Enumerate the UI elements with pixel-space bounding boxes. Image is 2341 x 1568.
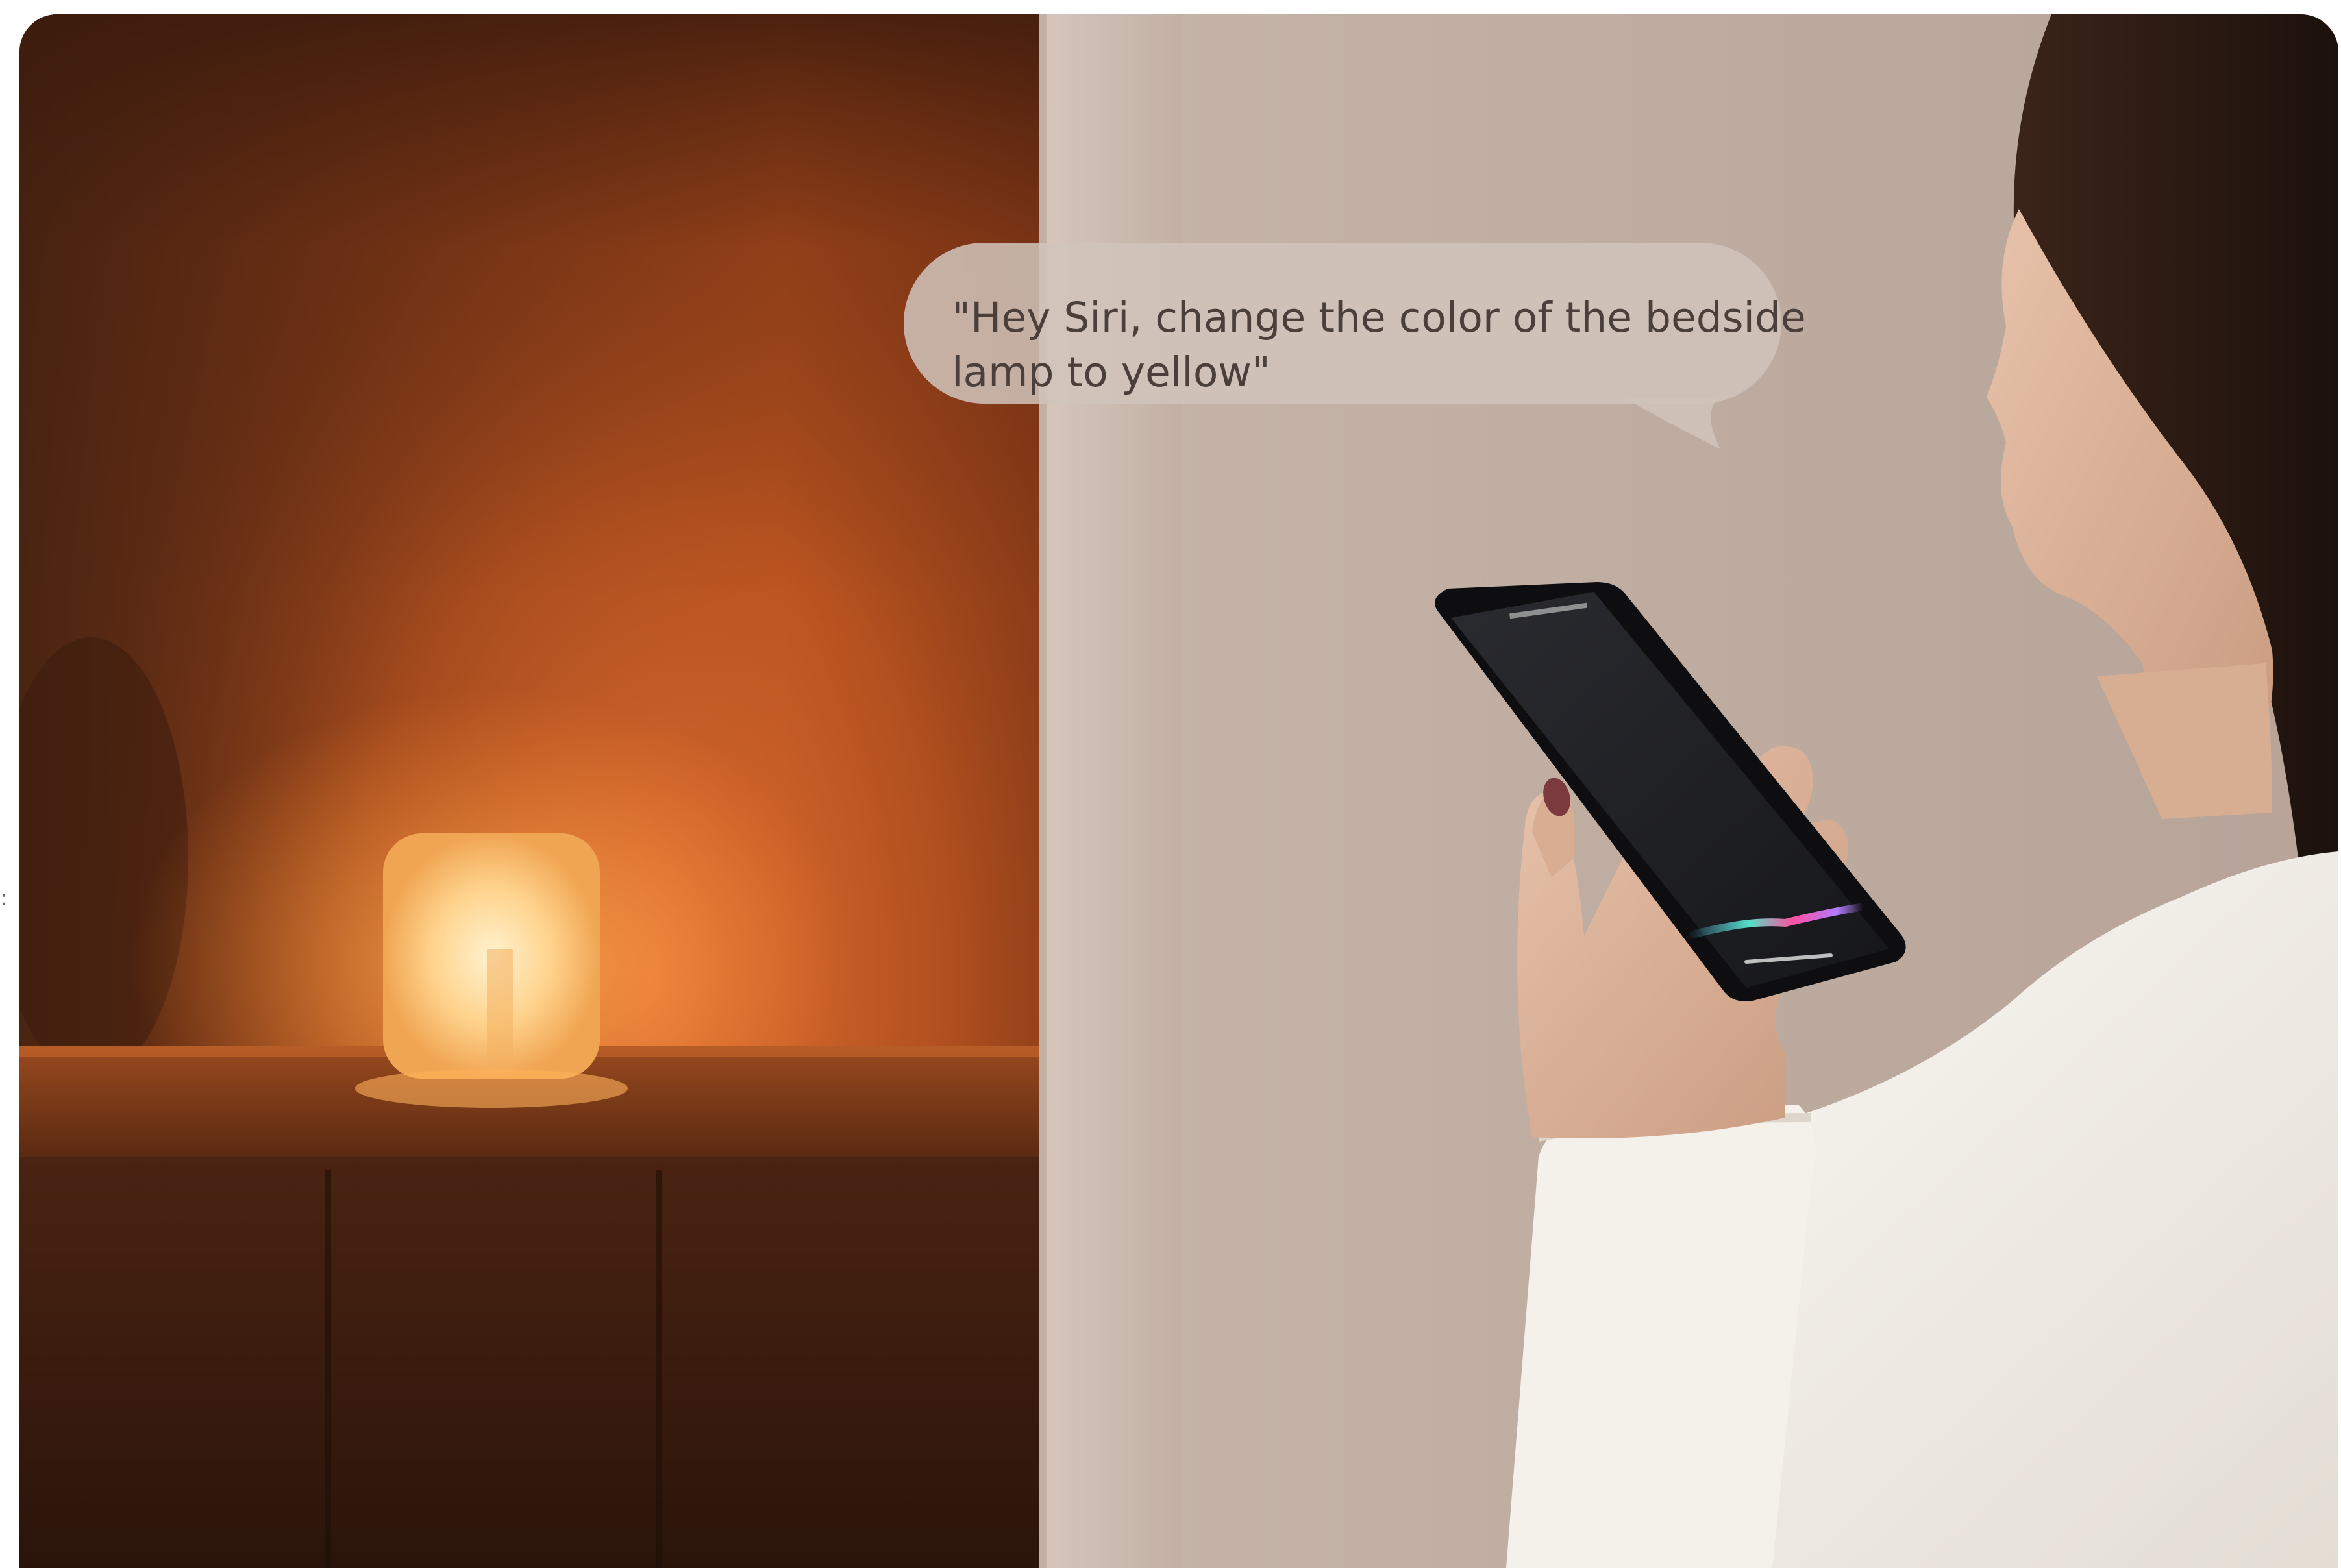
- speech-bubble-tail-icon: [1623, 397, 1720, 449]
- speech-bubble-text: "Hey Siri, change the color of the bedsi…: [952, 294, 1806, 396]
- bedside-lamp-icon: [355, 833, 628, 1108]
- photo-frame: [19, 14, 2338, 1568]
- edge-mark: :: [0, 885, 8, 911]
